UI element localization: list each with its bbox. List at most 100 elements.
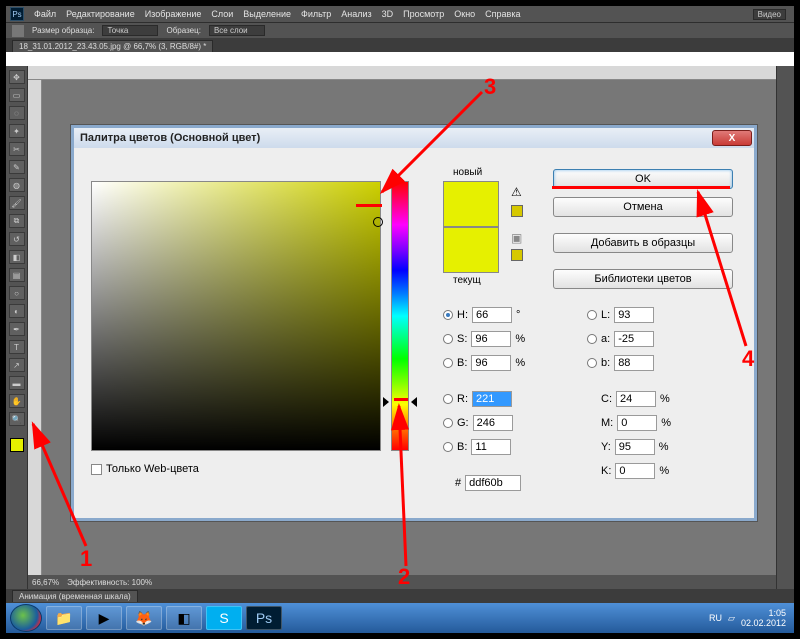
add-swatch-button[interactable]: Добавить в образцы (553, 233, 733, 253)
b-radio[interactable] (443, 358, 453, 368)
c-input[interactable] (616, 391, 656, 407)
menu-view[interactable]: Просмотр (403, 9, 444, 19)
g-radio[interactable] (443, 418, 453, 428)
animation-tab[interactable]: Анимация (временная шкала) (12, 590, 138, 602)
taskbar-skype-icon[interactable]: S (206, 606, 242, 630)
hand-tool-icon[interactable]: ✋ (9, 394, 25, 408)
taskbar-explorer-icon[interactable]: 📁 (46, 606, 82, 630)
blur-tool-icon[interactable]: ○ (9, 286, 25, 300)
b-input[interactable] (471, 355, 511, 371)
web-only-checkbox[interactable] (91, 464, 102, 475)
color-libraries-button[interactable]: Библиотеки цветов (553, 269, 733, 289)
dodge-tool-icon[interactable]: ◐ (9, 304, 25, 318)
menu-help[interactable]: Справка (485, 9, 520, 19)
l-radio[interactable] (587, 310, 597, 320)
type-tool-icon[interactable]: T (9, 340, 25, 354)
document-tab[interactable]: 18_31.01.2012_23.43.05.jpg @ 66,7% (3, R… (12, 40, 213, 52)
s-label: S: (457, 333, 467, 345)
menu-filter[interactable]: Фильтр (301, 9, 331, 19)
hue-slider[interactable] (391, 181, 409, 451)
close-button[interactable]: X (712, 130, 752, 146)
sample-select[interactable]: Все слои (209, 25, 265, 36)
saturation-value-field[interactable] (91, 181, 381, 451)
eraser-tool-icon[interactable]: ◧ (9, 250, 25, 264)
r-label: R: (457, 393, 468, 405)
history-brush-icon[interactable]: ↺ (9, 232, 25, 246)
b-row: B: % (443, 355, 525, 371)
eyedropper-tool-icon[interactable]: ✎ (9, 160, 25, 174)
heal-tool-icon[interactable]: ◍ (9, 178, 25, 192)
h-input[interactable] (472, 307, 512, 323)
marquee-tool-icon[interactable]: ▭ (9, 88, 25, 102)
panel-dock[interactable] (776, 66, 794, 589)
c-row: C: % (601, 391, 670, 407)
r-input[interactable] (472, 391, 512, 407)
system-tray[interactable]: RU ▱ 1:05 02.02.2012 (709, 608, 790, 628)
dialog-titlebar[interactable]: Палитра цветов (Основной цвет) X (74, 128, 754, 148)
wand-tool-icon[interactable]: ✦ (9, 124, 25, 138)
l-input[interactable] (614, 307, 654, 323)
lab-b-input[interactable] (614, 355, 654, 371)
menu-file[interactable]: Файл (34, 9, 56, 19)
m-input[interactable] (617, 415, 657, 431)
tray-flag-icon[interactable]: ▱ (728, 613, 735, 624)
tray-lang[interactable]: RU (709, 613, 722, 623)
zoom-level[interactable]: 66,67% (32, 578, 59, 587)
crop-tool-icon[interactable]: ✂ (9, 142, 25, 156)
menu-layers[interactable]: Слои (211, 9, 233, 19)
start-button[interactable] (10, 604, 42, 632)
document-tabstrip: 18_31.01.2012_23.43.05.jpg @ 66,7% (3, R… (6, 38, 794, 52)
h-radio[interactable] (443, 310, 453, 320)
taskbar-app-icon[interactable]: ◧ (166, 606, 202, 630)
workspace-selector[interactable]: Видео (753, 9, 786, 20)
s-input[interactable] (471, 331, 511, 347)
sv-marker-icon[interactable] (373, 217, 383, 227)
ps-icon[interactable]: Ps (10, 7, 24, 21)
s-radio[interactable] (443, 334, 453, 344)
cancel-button[interactable]: Отмена (553, 197, 733, 217)
lab-b-radio[interactable] (587, 358, 597, 368)
hex-input[interactable] (465, 475, 521, 491)
taskbar-firefox-icon[interactable]: 🦊 (126, 606, 162, 630)
bb-radio[interactable] (443, 442, 453, 452)
menu-analysis[interactable]: Анализ (341, 9, 371, 19)
pen-tool-icon[interactable]: ✒ (9, 322, 25, 336)
menu-select[interactable]: Выделение (243, 9, 291, 19)
foreground-color-swatch[interactable] (10, 438, 24, 452)
r-radio[interactable] (443, 394, 453, 404)
hue-arrow-left-icon[interactable] (383, 397, 389, 407)
current-color-swatch[interactable] (443, 227, 499, 273)
tray-date: 02.02.2012 (741, 618, 786, 628)
annotation-2: 2 (398, 564, 410, 590)
zoom-tool-icon[interactable]: 🔍 (9, 412, 25, 426)
taskbar-wmp-icon[interactable]: ▶ (86, 606, 122, 630)
g-input[interactable] (473, 415, 513, 431)
gradient-tool-icon[interactable]: ▤ (9, 268, 25, 282)
bb-input[interactable] (471, 439, 511, 455)
lasso-tool-icon[interactable]: ◌ (9, 106, 25, 120)
a-radio[interactable] (587, 334, 597, 344)
menu-image[interactable]: Изображение (145, 9, 202, 19)
stamp-tool-icon[interactable]: ⧉ (9, 214, 25, 228)
menu-window[interactable]: Окно (454, 9, 475, 19)
y-input[interactable] (615, 439, 655, 455)
windows-taskbar: 📁 ▶ 🦊 ◧ S Ps RU ▱ 1:05 02.02.2012 (6, 603, 794, 633)
gamut-swatch[interactable] (511, 205, 523, 217)
a-input[interactable] (614, 331, 654, 347)
taskbar-photoshop-icon[interactable]: Ps (246, 606, 282, 630)
websafe-icon[interactable]: ▣ (511, 231, 522, 245)
move-tool-icon[interactable]: ✥ (9, 70, 25, 84)
current-color-label: текущ (453, 275, 481, 286)
websafe-swatch[interactable] (511, 249, 523, 261)
hex-row: # (455, 475, 521, 491)
eyedropper-icon[interactable] (12, 25, 24, 37)
sample-size-select[interactable]: Точка (102, 25, 158, 36)
hue-arrow-right-icon[interactable] (411, 397, 417, 407)
brush-tool-icon[interactable]: 🖌 (9, 196, 25, 210)
gamut-warning-icon[interactable]: ⚠ (511, 185, 522, 199)
shape-tool-icon[interactable]: ▬ (9, 376, 25, 390)
menu-edit[interactable]: Редактирование (66, 9, 135, 19)
path-tool-icon[interactable]: ↗ (9, 358, 25, 372)
menu-3d[interactable]: 3D (382, 9, 394, 19)
k-input[interactable] (615, 463, 655, 479)
